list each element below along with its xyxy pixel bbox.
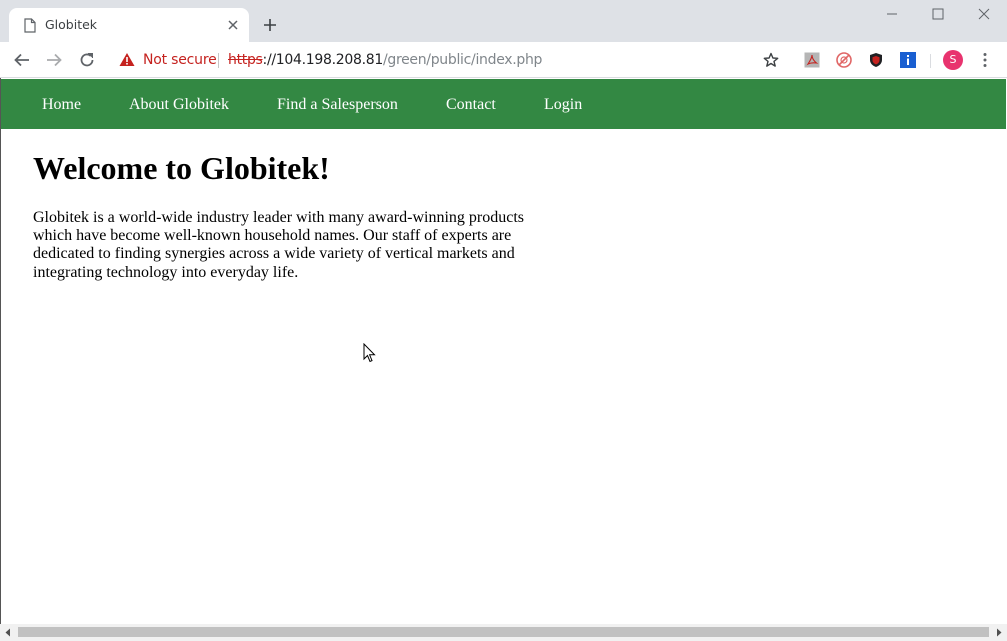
security-status[interactable]: Not secure [143, 52, 217, 68]
url-text[interactable]: https://104.198.208.81/green/public/inde… [228, 52, 542, 68]
nav-link-find-salesperson[interactable]: Find a Salesperson [277, 96, 398, 114]
browser-toolbar: Not secure https://104.198.208.81/green/… [0, 42, 1007, 78]
new-tab-icon[interactable] [262, 17, 278, 33]
close-icon[interactable] [225, 17, 241, 33]
blocker-extension-icon[interactable] [836, 52, 852, 68]
shield-icon[interactable] [868, 52, 884, 68]
window-border [0, 78, 1, 641]
bookmark-star-icon[interactable] [763, 52, 779, 68]
scrollbar-thumb[interactable] [18, 627, 989, 637]
tab-title: Globitek [45, 17, 98, 32]
mouse-pointer-icon [363, 343, 376, 363]
nav-link-login[interactable]: Login [544, 96, 582, 114]
intro-paragraph: Globitek is a world-wide industry leader… [33, 209, 524, 281]
profile-avatar[interactable]: S [943, 50, 963, 70]
scroll-left-arrow-icon[interactable] [4, 628, 12, 637]
omnibox-divider [218, 53, 219, 68]
reload-icon[interactable] [78, 51, 96, 69]
url-scheme: https [228, 52, 263, 68]
more-menu-icon[interactable] [979, 51, 991, 69]
horizontal-scrollbar[interactable] [0, 624, 1007, 641]
back-arrow-icon[interactable] [13, 51, 31, 69]
extension-divider [930, 54, 931, 68]
browser-tab[interactable]: Globitek [9, 8, 249, 42]
close-window-icon[interactable] [972, 5, 996, 23]
url-host: ://104.198.208.81 [262, 52, 384, 68]
nav-link-contact[interactable]: Contact [446, 96, 496, 114]
site-navigation: Home About Globitek Find a Salesperson C… [1, 79, 1006, 129]
url-path: /green/public/index.php [382, 52, 543, 68]
nav-link-home[interactable]: Home [42, 96, 81, 114]
info-extension-icon[interactable] [900, 52, 916, 68]
address-bar[interactable]: Not secure https://104.198.208.81/green/… [110, 46, 750, 74]
forward-arrow-icon[interactable] [45, 51, 63, 69]
tab-strip: Globitek [0, 0, 1007, 42]
nav-link-about[interactable]: About Globitek [129, 96, 229, 114]
scroll-right-arrow-icon[interactable] [995, 628, 1003, 637]
maximize-icon[interactable] [926, 5, 950, 23]
page-title: Welcome to Globitek! [33, 150, 330, 186]
warning-icon[interactable] [119, 52, 135, 67]
minimize-icon[interactable] [880, 5, 904, 23]
page-icon [24, 18, 36, 33]
pdf-extension-icon[interactable] [804, 52, 820, 68]
